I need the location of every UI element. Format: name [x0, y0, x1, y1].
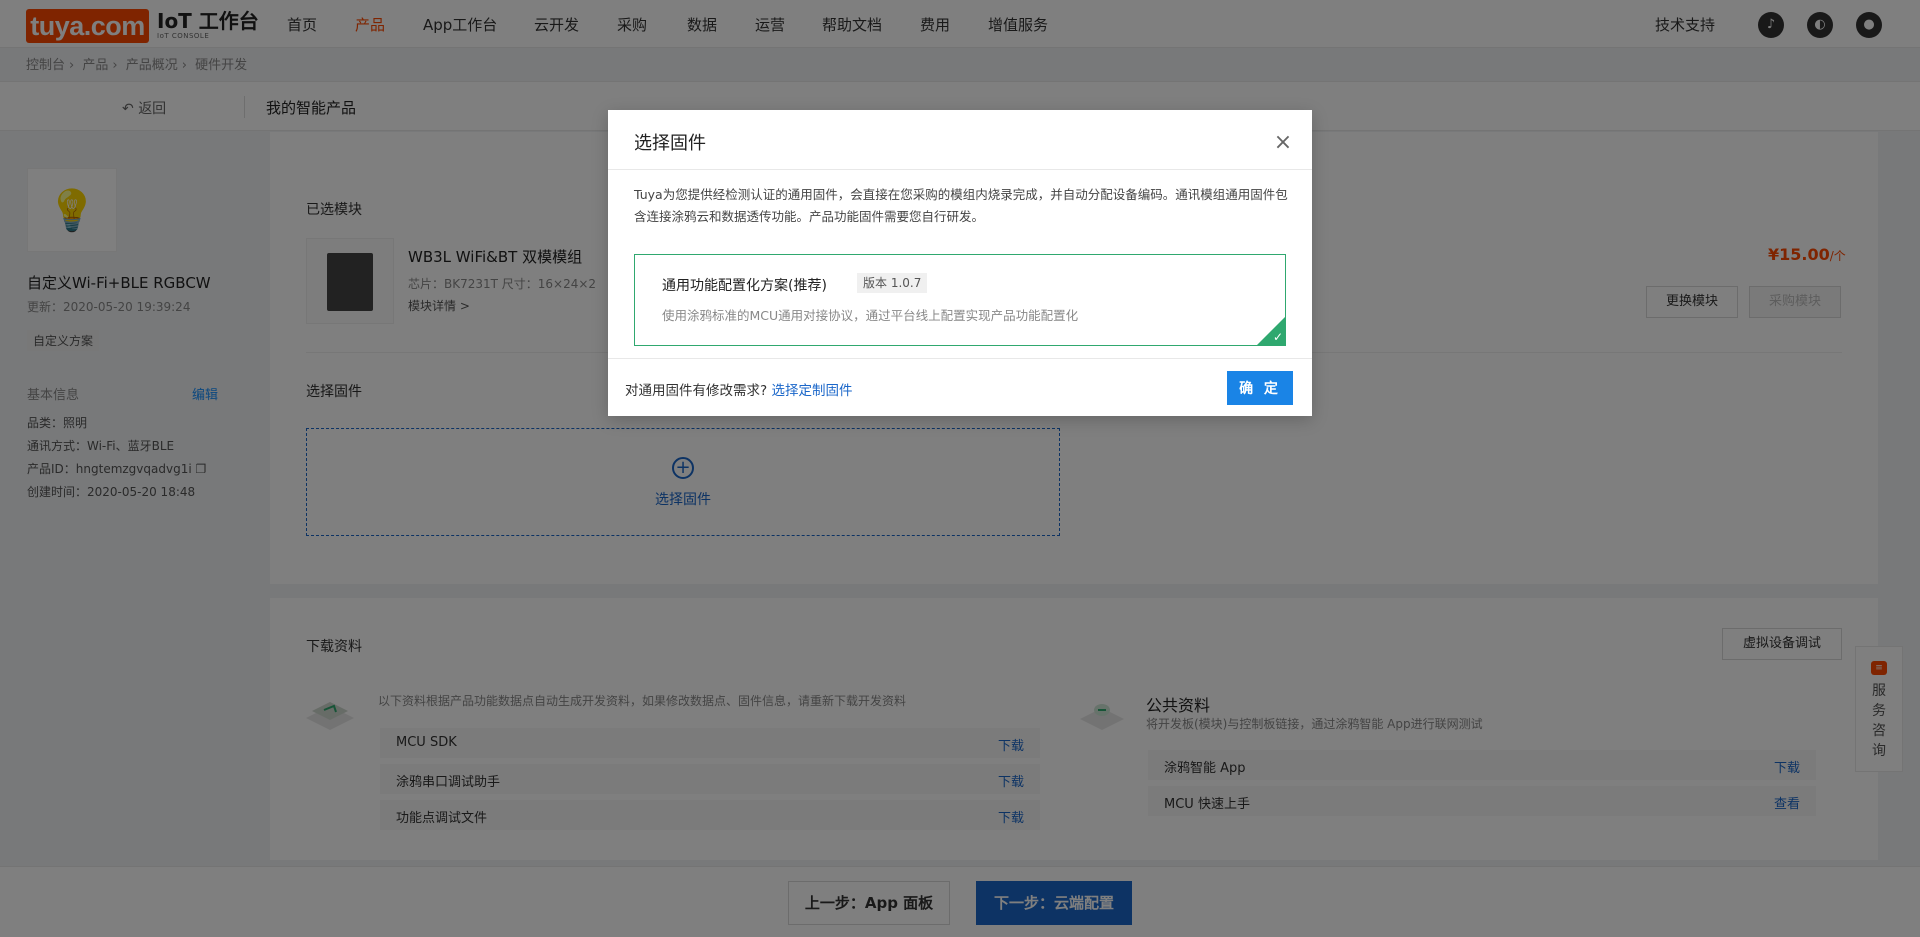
custom-firmware-question: 对通用固件有修改需求? 选择定制固件 — [625, 383, 853, 399]
confirm-button[interactable]: 确 定 — [1227, 371, 1293, 405]
close-icon[interactable]: × — [1272, 132, 1294, 154]
firmware-option-universal[interactable]: 通用功能配置化方案(推荐) 版本 1.0.7 使用涂鸦标准的MCU通用对接协议，… — [634, 254, 1286, 346]
option-name: 通用功能配置化方案(推荐) — [662, 278, 827, 294]
checkmark-icon: ✓ — [1272, 330, 1283, 344]
modal-header: 选择固件 × — [608, 110, 1312, 170]
modal-title: 选择固件 — [634, 133, 706, 154]
custom-firmware-link[interactable]: 选择定制固件 — [771, 383, 852, 399]
modal-description: Tuya为您提供经检测认证的通用固件，会直接在您采购的模组内烧录完成，并自动分配… — [634, 187, 1288, 224]
modal-footer: 对通用固件有修改需求? 选择定制固件 确 定 — [608, 358, 1312, 416]
option-version-badge: 版本 1.0.7 — [857, 273, 928, 293]
option-description: 使用涂鸦标准的MCU通用对接协议，通过平台线上配置实现产品功能配置化 — [662, 308, 1079, 323]
select-firmware-modal: 选择固件 × Tuya为您提供经检测认证的通用固件，会直接在您采购的模组内烧录完… — [608, 110, 1312, 416]
